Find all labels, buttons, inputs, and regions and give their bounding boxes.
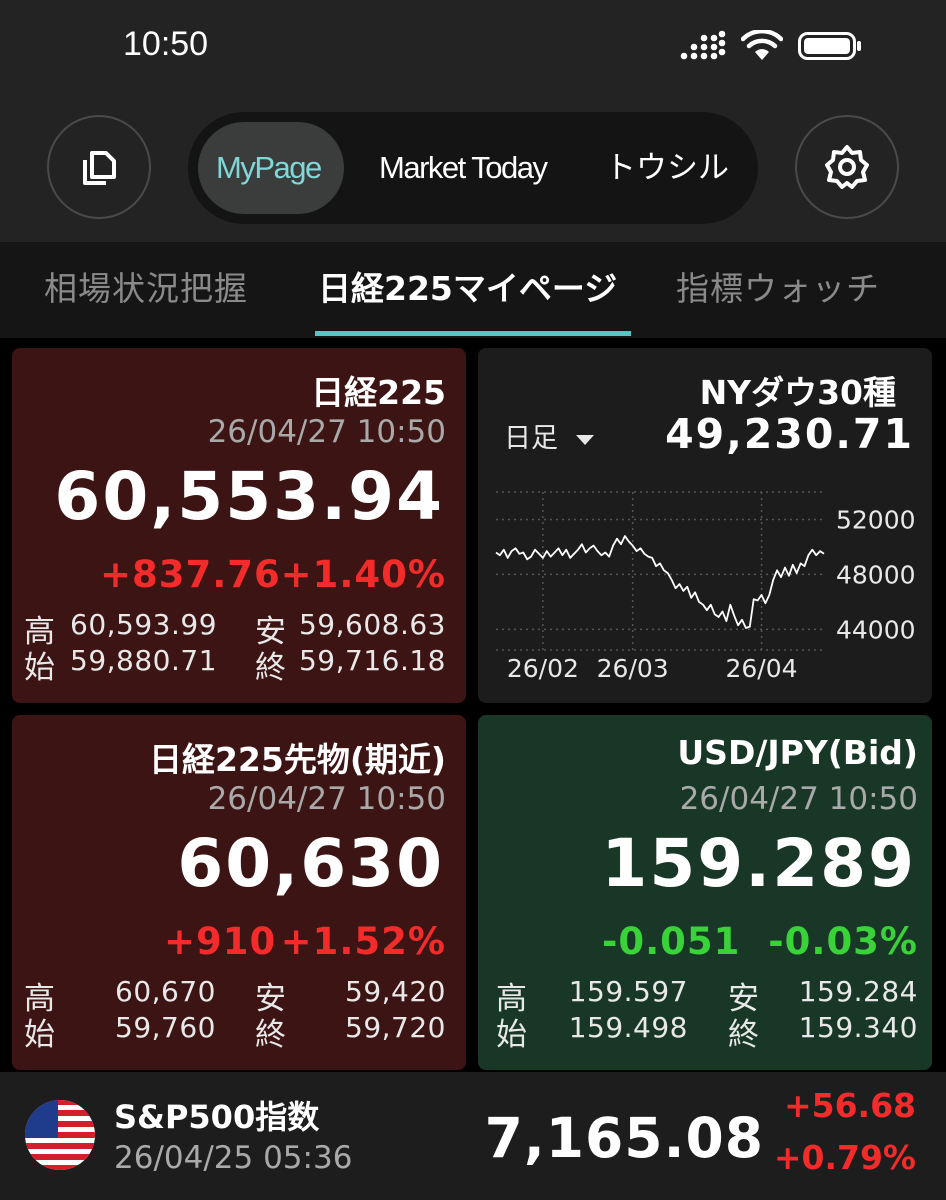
battery-icon	[798, 32, 861, 60]
card-price: 159.289	[601, 825, 916, 902]
top-bar: 10:50 MyPage Market Today トウシル	[0, 0, 946, 242]
open-label: 始	[24, 650, 55, 686]
open-label: 始	[24, 1017, 55, 1053]
settings-button[interactable]	[795, 115, 899, 219]
high-value: 60,670	[115, 975, 216, 1008]
card-title: 日経225	[311, 373, 446, 412]
dropdown-triangle-icon	[575, 435, 594, 445]
open-value: 159.498	[568, 1011, 688, 1044]
high-value: 159.597	[568, 975, 688, 1008]
open-value: 59,760	[115, 1011, 216, 1044]
period-label: 日足	[504, 423, 558, 454]
close-label: 終	[255, 650, 286, 686]
sp500-change-pct: +0.79%	[773, 1138, 916, 1177]
nikkei-card[interactable]: 日経225 26/04/27 10:50 60,553.94 +837.76 +…	[12, 348, 466, 703]
close-value: 59,720	[345, 1011, 446, 1044]
chart-x-tick-label: 26/03	[597, 654, 669, 683]
nydow-line-chart: 52000 48000 44000 26/02 26/03 26/04	[495, 491, 916, 683]
chart-x-tick-label: 26/04	[726, 654, 798, 683]
high-value: 60,593.99	[70, 608, 218, 641]
sp500-title: S&P500指数	[114, 1098, 320, 1136]
card-datetime: 26/04/27 10:50	[207, 781, 446, 817]
usdjpy-card[interactable]: USD/JPY(Bid) 26/04/27 10:50 159.289 -0.0…	[478, 715, 932, 1070]
tab-nikkei-mypage[interactable]: 日経225マイページ	[318, 242, 617, 336]
close-label: 終	[728, 1017, 759, 1053]
open-label: 始	[496, 1017, 527, 1053]
sp500-row[interactable]: S&P500指数 26/04/25 05:36 7,165.08 +56.68 …	[0, 1072, 946, 1200]
sp500-price: 7,165.08	[484, 1106, 764, 1170]
card-price: 60,553.94	[54, 458, 444, 535]
nydow-card[interactable]: NYダウ30種 日足 49,230.71 52000 48000 44000 26/0…	[478, 348, 932, 703]
chart-y-tick-label: 52000	[836, 505, 916, 534]
chart-x-tick-label: 26/02	[507, 654, 579, 683]
futures-card[interactable]: 日経225先物(期近) 26/04/27 10:50 60,630 +910 +…	[12, 715, 466, 1070]
close-label: 終	[255, 1017, 286, 1053]
tab-toushiru[interactable]: トウシル	[605, 112, 729, 224]
card-change: +837.76	[100, 553, 281, 596]
sp500-datetime: 26/04/25 05:36	[114, 1140, 353, 1176]
wifi-icon	[741, 30, 783, 60]
card-title: USD/JPY(Bid)	[677, 733, 918, 772]
settings-gear-icon	[825, 145, 869, 189]
tab-mypage[interactable]: MyPage	[216, 112, 322, 224]
sp500-change: +56.68	[783, 1086, 916, 1125]
chart-series-line	[495, 535, 825, 629]
card-title: NYダウ30種	[699, 373, 896, 412]
card-datetime: 26/04/27 10:50	[207, 414, 446, 450]
tab-market-today[interactable]: Market Today	[379, 112, 548, 224]
low-value: 59,420	[345, 975, 446, 1008]
card-price: 49,230.71	[665, 410, 914, 458]
card-change: -0.051	[602, 920, 741, 963]
close-value: 59,716.18	[298, 644, 446, 677]
card-change: +910	[164, 920, 277, 963]
card-datetime: 26/04/27 10:50	[679, 781, 918, 817]
tab-market-overview[interactable]: 相場状況把握	[44, 242, 248, 336]
chart-y-tick-label: 44000	[836, 615, 916, 644]
chart-y-tick-label: 48000	[836, 560, 916, 589]
cellular-signal-icon	[680, 30, 726, 60]
card-change-pct: -0.03%	[768, 920, 918, 963]
document-copy-icon	[83, 151, 116, 185]
status-time: 10:50	[123, 25, 209, 63]
sub-tab-bar: 相場状況把握 日経225マイページ 指標ウォッチ	[0, 242, 946, 338]
low-value: 159.284	[798, 975, 918, 1008]
card-title: 日経225先物(期近)	[148, 740, 446, 779]
copy-button[interactable]	[47, 115, 151, 219]
tab-indicator-watch[interactable]: 指標ウォッチ	[676, 242, 880, 336]
main-tab-group: MyPage Market Today トウシル	[188, 112, 758, 224]
us-flag-icon	[25, 1100, 95, 1170]
card-price: 60,630	[177, 825, 444, 902]
active-tab-indicator	[315, 331, 631, 336]
period-selector[interactable]: 日足	[504, 416, 595, 455]
close-value: 159.340	[798, 1011, 918, 1044]
open-value: 59,880.71	[70, 644, 218, 677]
card-change-pct: +1.52%	[280, 920, 446, 963]
low-value: 59,608.63	[298, 608, 446, 641]
card-change-pct: +1.40%	[280, 553, 446, 596]
